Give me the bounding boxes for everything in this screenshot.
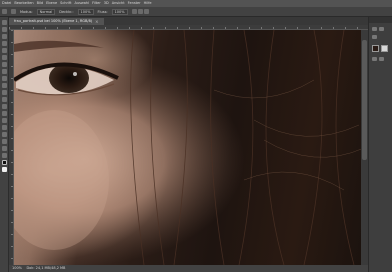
portrait-photo	[14, 30, 368, 265]
pressure-icon[interactable]	[137, 9, 143, 14]
move-icon[interactable]	[1, 20, 7, 25]
gradient-icon[interactable]	[1, 97, 7, 102]
menu-layer[interactable]: Ebene	[46, 0, 57, 7]
menu-view[interactable]: Ansicht	[112, 0, 125, 7]
tool-preset-icon[interactable]	[2, 9, 7, 14]
menu-select[interactable]: Auswahl	[74, 0, 89, 7]
background-color-swatch[interactable]	[1, 167, 7, 172]
menu-window[interactable]: Fenster	[128, 0, 141, 7]
menu-edit[interactable]: Bearbeiten	[14, 0, 33, 7]
menu-help[interactable]: Hilfe	[144, 0, 152, 7]
history-brush-icon[interactable]	[1, 83, 7, 88]
foreground-color-swatch[interactable]	[1, 160, 7, 165]
dodge-icon[interactable]	[1, 111, 7, 116]
tools-panel	[0, 17, 9, 272]
menu-file[interactable]: Datei	[2, 0, 11, 7]
menu-bar: Datei Bearbeiten Bild Ebene Schrift Ausw…	[0, 0, 392, 7]
blur-icon[interactable]	[1, 104, 7, 109]
eyedropper-icon[interactable]	[1, 55, 7, 60]
mode-label: Modus:	[20, 9, 33, 14]
options-bar: Modus: Normal Deckkr.: 100% Fluss: 100%	[0, 7, 392, 17]
crop-icon[interactable]	[1, 48, 7, 53]
flow-label: Fluss:	[97, 9, 108, 14]
eraser-icon[interactable]	[1, 90, 7, 95]
channels-panel-icon[interactable]	[379, 57, 384, 61]
layers-panel-icon[interactable]	[372, 57, 377, 61]
menu-filter[interactable]: Filter	[92, 0, 101, 7]
document-tab[interactable]: frau_portrait.psd bei 100% (Ebene 1, RGB…	[9, 18, 104, 25]
menu-image[interactable]: Bild	[37, 0, 44, 7]
lasso-icon[interactable]	[1, 34, 7, 39]
layer-mask-thumbnail[interactable]	[381, 45, 388, 52]
layer-thumbnail[interactable]	[372, 45, 379, 52]
path-select-icon[interactable]	[1, 132, 7, 137]
opacity-label: Deckkr.:	[59, 9, 74, 14]
panel-header[interactable]	[369, 17, 392, 23]
hand-icon[interactable]	[1, 146, 7, 151]
document-tab-bar: frau_portrait.psd bei 100% (Ebene 1, RGB…	[9, 17, 368, 25]
menu-type[interactable]: Schrift	[60, 0, 71, 7]
color-panel-icon[interactable]	[372, 27, 377, 31]
document-tab-title: frau_portrait.psd bei 100% (Ebene 1, RGB…	[14, 19, 93, 23]
type-icon[interactable]	[1, 125, 7, 130]
healing-brush-icon[interactable]	[1, 62, 7, 67]
flow-field[interactable]: 100%	[111, 8, 128, 15]
adjustments-panel-icon[interactable]	[372, 35, 377, 39]
right-panel-dock	[368, 17, 392, 272]
status-bar: 100% Dok: 24,1 MB/48,2 MB	[9, 265, 368, 272]
pen-icon[interactable]	[1, 118, 7, 123]
marquee-icon[interactable]	[1, 27, 7, 32]
symmetry-icon[interactable]	[143, 9, 149, 14]
close-icon[interactable]: ×	[95, 18, 98, 25]
opacity-field[interactable]: 100%	[77, 8, 94, 15]
menu-3d[interactable]: 3D	[104, 0, 109, 7]
shape-icon[interactable]	[1, 139, 7, 144]
document-canvas[interactable]	[14, 30, 368, 265]
clone-stamp-icon[interactable]	[1, 76, 7, 81]
scrollbar-thumb[interactable]	[362, 40, 367, 160]
option-toggles	[131, 9, 149, 14]
brush-icon[interactable]	[1, 69, 7, 74]
zoom-level[interactable]: 100%	[12, 266, 22, 270]
vertical-scrollbar[interactable]	[361, 30, 368, 265]
airbrush-icon[interactable]	[131, 9, 137, 14]
zoom-icon[interactable]	[1, 153, 7, 158]
brush-preset-icon[interactable]	[11, 9, 16, 14]
document-size: Dok: 24,1 MB/48,2 MB	[26, 266, 66, 270]
quick-select-icon[interactable]	[1, 41, 7, 46]
swatches-panel-icon[interactable]	[379, 27, 384, 31]
mode-select[interactable]: Normal	[36, 8, 56, 15]
